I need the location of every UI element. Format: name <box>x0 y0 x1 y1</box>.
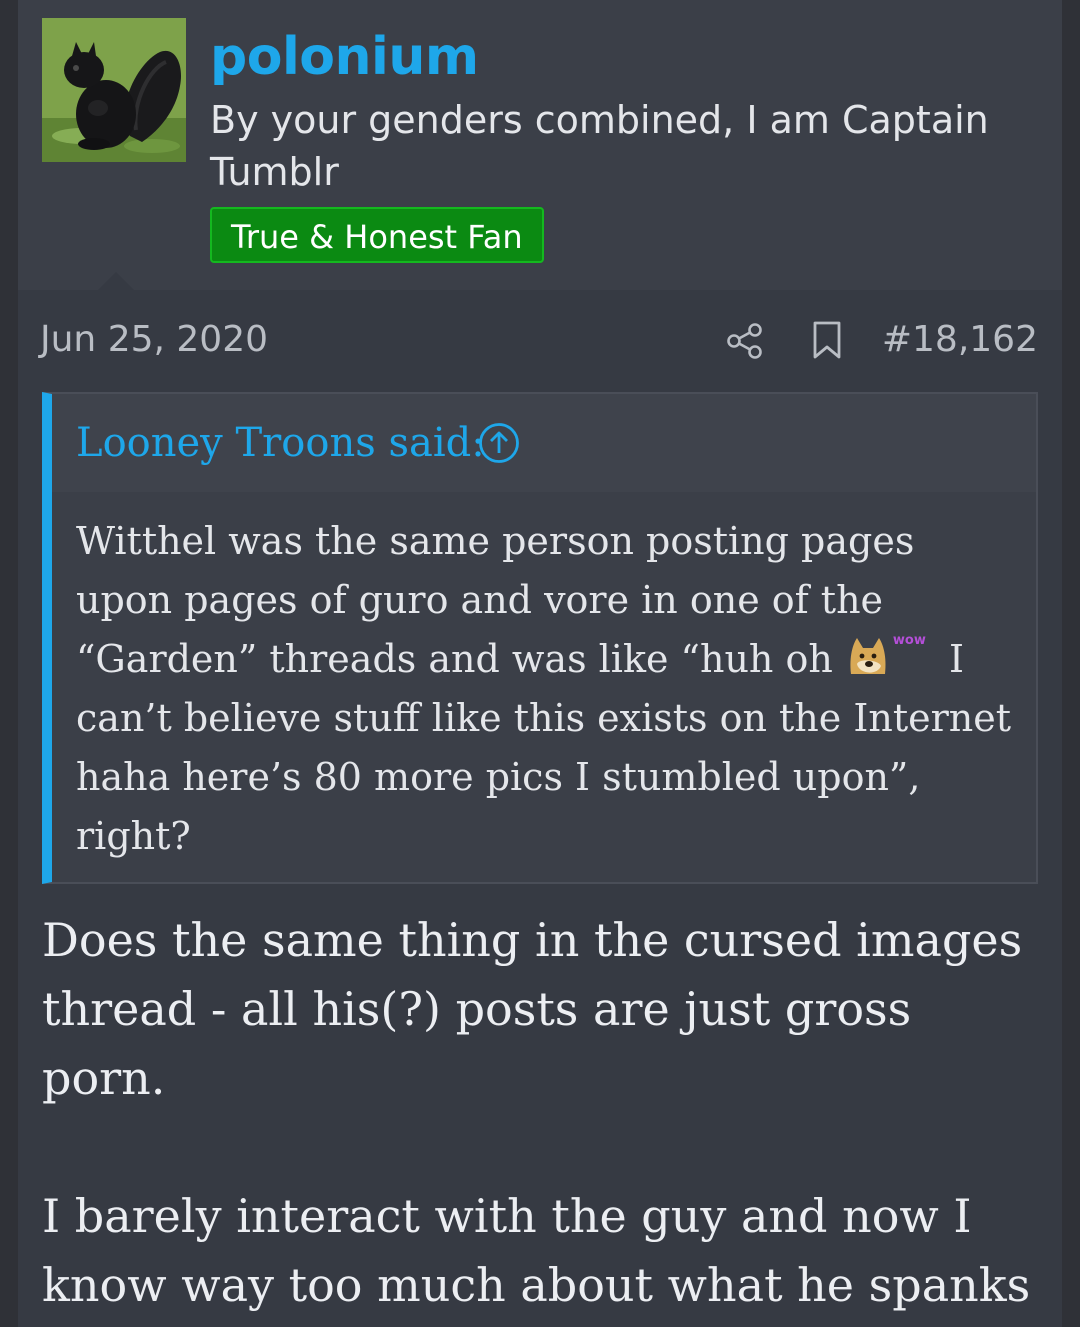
quote-text: Witthel was the same person posting page… <box>76 512 1016 866</box>
post-body: Does the same thing in the cursed images… <box>42 906 1042 1327</box>
quote-block: Looney Troons said: Witthel was the same… <box>42 392 1038 884</box>
post-number[interactable]: #18,162 <box>882 316 1038 364</box>
user-arrow <box>98 272 134 290</box>
squirrel-image <box>42 18 186 162</box>
share-icon[interactable] <box>726 322 764 360</box>
post-date[interactable]: Jun 25, 2020 <box>40 316 268 364</box>
doge-wow-label: wow <box>892 633 926 648</box>
doge-icon <box>844 634 891 680</box>
quote-author[interactable]: Looney Troons said: <box>76 416 485 470</box>
quote-text-part1: Witthel was the same person posting page… <box>76 519 915 681</box>
post-meta: Jun 25, 2020 #18,162 <box>18 290 1062 390</box>
user-header: polonium By your genders combined, I am … <box>18 0 1062 290</box>
quote-header: Looney Troons said: <box>52 394 1036 492</box>
username[interactable]: polonium <box>210 24 479 90</box>
page: polonium By your genders combined, I am … <box>0 0 1080 1327</box>
post-paragraph-2: I barely interact with the guy and now I… <box>42 1189 1031 1312</box>
doge-emoji: wow <box>844 633 937 680</box>
avatar[interactable] <box>42 18 186 162</box>
user-title: By your genders combined, I am Captain T… <box>210 98 989 194</box>
arrow-up-circle-icon[interactable] <box>478 422 520 464</box>
forum-post: polonium By your genders combined, I am … <box>18 0 1062 1327</box>
user-banner: True & Honest Fan <box>210 207 544 263</box>
post-paragraph-1: Does the same thing in the cursed images… <box>42 913 1023 1105</box>
bookmark-icon[interactable] <box>812 320 842 360</box>
